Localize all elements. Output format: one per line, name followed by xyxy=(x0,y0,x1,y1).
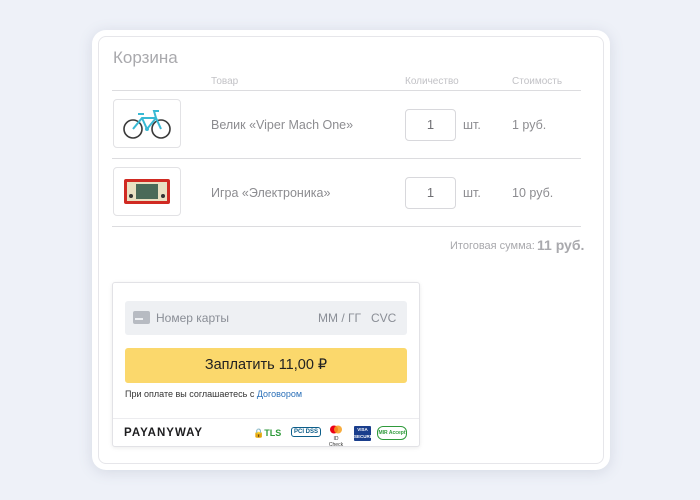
quantity-input[interactable]: 1 xyxy=(405,109,456,141)
product-name: Игра «Электроника» xyxy=(211,186,331,200)
mastercard-label: ID Check xyxy=(328,436,344,448)
handheld-game-image xyxy=(113,167,181,216)
cvc-placeholder[interactable]: CVC xyxy=(371,311,396,325)
price: 1 руб. xyxy=(512,118,547,132)
mastercard-icon xyxy=(330,425,342,434)
mastercard-badge: ID Check xyxy=(326,425,346,448)
bicycle-image xyxy=(113,99,181,148)
total-value: 11 руб. xyxy=(537,237,585,253)
agreement-label: При оплате вы соглашаетесь с xyxy=(125,389,255,399)
divider xyxy=(112,158,581,159)
card-number-placeholder[interactable]: Номер карты xyxy=(156,311,229,325)
column-header-quantity: Количество xyxy=(405,76,459,87)
unit-label: шт. xyxy=(463,118,481,132)
quantity-input[interactable]: 1 xyxy=(405,177,456,209)
divider xyxy=(112,226,581,227)
visa-secure-badge: VISA SECURE xyxy=(354,426,373,441)
total-label: Итоговая сумма: xyxy=(450,240,535,252)
expiry-placeholder[interactable]: ММ / ГГ xyxy=(318,311,361,325)
page-title: Корзина xyxy=(113,48,178,67)
lock-icon: 🔒 xyxy=(253,428,265,438)
mir-accept-badge: MIR Accept xyxy=(377,426,407,440)
unit-label: шт. xyxy=(463,186,481,200)
column-header-product: Товар xyxy=(211,76,239,87)
divider xyxy=(112,90,581,91)
product-name: Велик «Viper Mach One» xyxy=(211,118,354,132)
divider xyxy=(113,418,419,419)
payanyway-logo: PAYANYWAY xyxy=(124,427,204,439)
tls-label: TLS xyxy=(264,428,282,438)
credit-card-icon xyxy=(133,311,150,324)
pay-button[interactable]: Заплатить 11,00 ₽ xyxy=(125,348,407,383)
price: 10 руб. xyxy=(512,186,554,200)
agreement-link[interactable]: Договором xyxy=(257,389,302,399)
pci-dss-badge: PCI DSS xyxy=(291,427,322,437)
column-header-cost: Стоимость xyxy=(512,76,563,87)
agreement-text: При оплате вы соглашаетесь с Договором xyxy=(125,389,302,399)
tls-badge: 🔒TLS xyxy=(253,428,281,439)
